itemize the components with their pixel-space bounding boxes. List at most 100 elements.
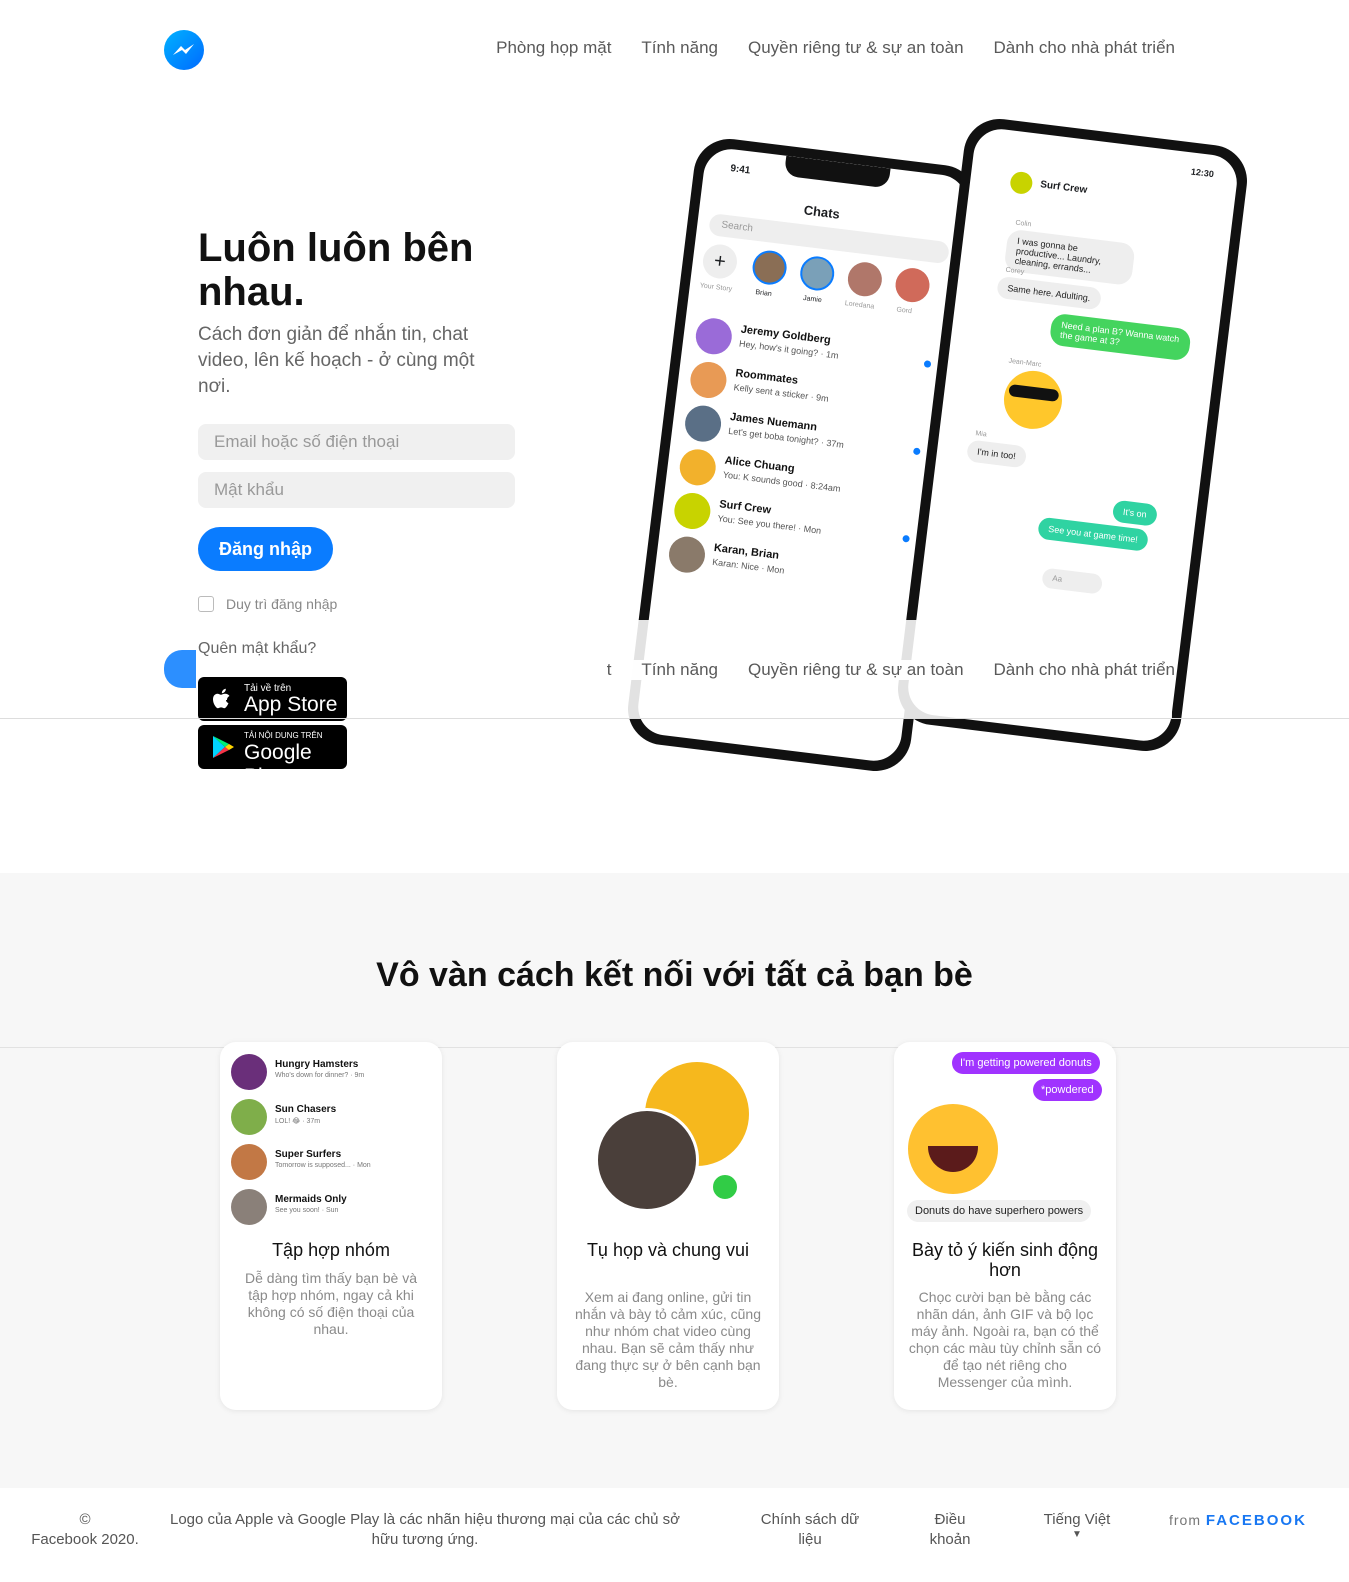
email-input[interactable] (198, 424, 515, 460)
google-play-icon (213, 736, 234, 758)
phone-time: 9:41 (729, 163, 751, 177)
features-title: Vô vàn cách kết nối với tất cả bạn bè (376, 956, 973, 994)
chat-msg: Kelly sent a sticker · 9m (733, 382, 830, 404)
feature-card-groups: Hungry Hamsters Who's down for dinner? ·… (220, 1042, 442, 1410)
surf-crew-avatar (1009, 170, 1034, 196)
group-row: Sun Chasers LOL! 😂 · 37m (231, 1099, 431, 1139)
nav-features[interactable]: Tính năng (641, 38, 718, 58)
friend-photo (595, 1108, 699, 1212)
story-avatar (750, 248, 789, 287)
plus-icon: + (701, 242, 739, 281)
top-nav: Phòng họp mặt Tính năng Quyền riêng tư &… (496, 38, 1175, 58)
card-title: Tụ họp và chung vui (586, 1240, 750, 1260)
group-name: Super Surfers (275, 1149, 342, 1160)
card-title: Tập hợp nhóm (272, 1240, 390, 1260)
google-play-big: Google Play (244, 741, 312, 788)
card-desc: Chọc cười bạn bè bằng các nhãn dán, ảnh … (908, 1289, 1102, 1390)
msg-bubble: Same here. Adulting. (996, 275, 1102, 311)
feature-card-hangout: Tụ họp và chung vui Xem ai đang online, … (557, 1042, 779, 1410)
caption-bubble: Donuts do have superhero powers (907, 1200, 1092, 1222)
sticky-nav-privacy[interactable]: Quyền riêng tư & sự an toàn (748, 660, 964, 680)
card-desc: Xem ai đang online, gửi tin nhắn và bày … (575, 1289, 761, 1390)
group-row: Super Surfers Tomorrow is supposed... · … (231, 1144, 431, 1184)
password-input[interactable] (198, 472, 515, 508)
card-desc: Dễ dàng tìm thấy bạn bè và tập hợp nhóm,… (245, 1270, 417, 1337)
msg-bubble: It's on (1111, 499, 1158, 527)
google-play-button[interactable]: TẢI NỘI DUNG TRÊN Google Play (198, 725, 347, 788)
sticky-nav-rooms[interactable]: t (607, 660, 612, 680)
phone2-time: 12:30 (1190, 166, 1215, 180)
msg-bubble: I was gonna be productive... Laundry, cl… (1003, 228, 1136, 286)
remember-me[interactable]: Duy trì đăng nhập (198, 596, 337, 612)
sunglasses-sticker-icon (1000, 367, 1066, 433)
laughing-emoji-icon (908, 1104, 998, 1194)
msg-bubble: Need a plan B? Wanna watch the game at 3… (1048, 312, 1192, 362)
chat-avatar (683, 403, 724, 444)
story-label: Loredana (844, 300, 875, 311)
google-play-small: TẢI NỘI DUNG TRÊN (244, 731, 323, 740)
story-avatar (845, 260, 884, 299)
terms-link[interactable]: Điều khoản (920, 1510, 980, 1550)
story-label: Jamie (802, 294, 823, 305)
app-store-big: App Store (244, 693, 338, 716)
from-label: from (1169, 1512, 1201, 1528)
chat-msg: You: See you there! · Mon (717, 513, 822, 536)
composer-placeholder: Aa (1051, 573, 1063, 584)
msg-bubble: I'm in too! (966, 439, 1027, 469)
group-msg: LOL! 😂 · 37m (275, 1118, 321, 1125)
group-name: Hungry Hamsters (275, 1059, 359, 1070)
phone2-title: Surf Crew (1039, 179, 1088, 196)
sticky-logo-icon (164, 650, 196, 688)
story-label: Your Story (699, 282, 733, 294)
phone-chats-title: Chats (802, 202, 841, 222)
apple-icon (213, 688, 230, 709)
chat-pill: I'm getting powered donuts (952, 1052, 1100, 1074)
group-msg: Who's down for dinner? · 9m (275, 1072, 365, 1079)
composer-input: Aa (1041, 567, 1104, 595)
phone-search-text: Search (720, 219, 754, 235)
feature-card-expression: I'm getting powered donuts *powdered Don… (894, 1042, 1116, 1410)
msg-sender: Corey (1005, 266, 1025, 276)
chat-pill: *powdered (1033, 1079, 1102, 1101)
unread-dot-icon (923, 360, 932, 368)
hero-subtitle: Cách đơn giản để nhắn tin, chat video, l… (198, 324, 475, 397)
remember-checkbox[interactable] (198, 596, 214, 612)
login-button[interactable]: Đăng nhập (198, 527, 333, 571)
sticky-nav: t Tính năng Quyền riêng tư & sự an toàn … (606, 660, 1175, 680)
copyright-text: Facebook 2020. (31, 1531, 139, 1548)
chat-avatar (677, 447, 718, 488)
group-row: Mermaids Only See you soon! · Sun (231, 1189, 431, 1229)
story-avatar (798, 254, 837, 293)
card-title: Bày tỏ ý kiến sinh động hơn (911, 1240, 1099, 1280)
msg-sender: Colin (1014, 219, 1032, 229)
chat-avatar (666, 534, 708, 575)
app-store-button[interactable]: Tải về trên App Store (198, 677, 347, 721)
from-facebook: from FACEBOOK (1169, 1512, 1307, 1529)
chat-avatar (688, 359, 729, 401)
chat-avatar (672, 490, 713, 532)
messenger-logo-icon[interactable] (164, 30, 204, 70)
language-label: Tiếng Việt (1043, 1511, 1111, 1528)
group-name: Mermaids Only (275, 1194, 347, 1205)
hero-title: Luôn luôn bên nhau. (198, 226, 474, 314)
nav-developers[interactable]: Dành cho nhà phát triển (994, 38, 1175, 58)
story-label: Brian (755, 289, 773, 299)
story-label: Gord (895, 306, 913, 316)
language-selector[interactable]: Tiếng Việt ▼ (1034, 1510, 1120, 1540)
facebook-wordmark: FACEBOOK (1205, 1512, 1307, 1529)
nav-privacy[interactable]: Quyền riêng tư & sự an toàn (748, 38, 964, 58)
msg-sender: Jean-Marc (1008, 357, 1042, 369)
copyright: © Facebook 2020. (30, 1510, 140, 1550)
unread-dot-icon (912, 447, 921, 456)
forgot-password-link[interactable]: Quên mật khẩu? (198, 640, 316, 658)
nav-rooms[interactable]: Phòng họp mặt (496, 38, 611, 58)
group-row: Hungry Hamsters Who's down for dinner? ·… (231, 1054, 431, 1094)
data-policy-link[interactable]: Chính sách dữ liệu (760, 1510, 860, 1550)
sticky-nav-developers[interactable]: Dành cho nhà phát triển (994, 660, 1175, 680)
msg-sender: Mia (975, 430, 988, 439)
group-msg: See you soon! · Sun (275, 1207, 339, 1214)
chat-avatar (693, 316, 734, 357)
sticky-nav-features[interactable]: Tính năng (641, 660, 718, 680)
online-indicator-icon (710, 1172, 740, 1202)
remember-label: Duy trì đăng nhập (226, 596, 338, 612)
